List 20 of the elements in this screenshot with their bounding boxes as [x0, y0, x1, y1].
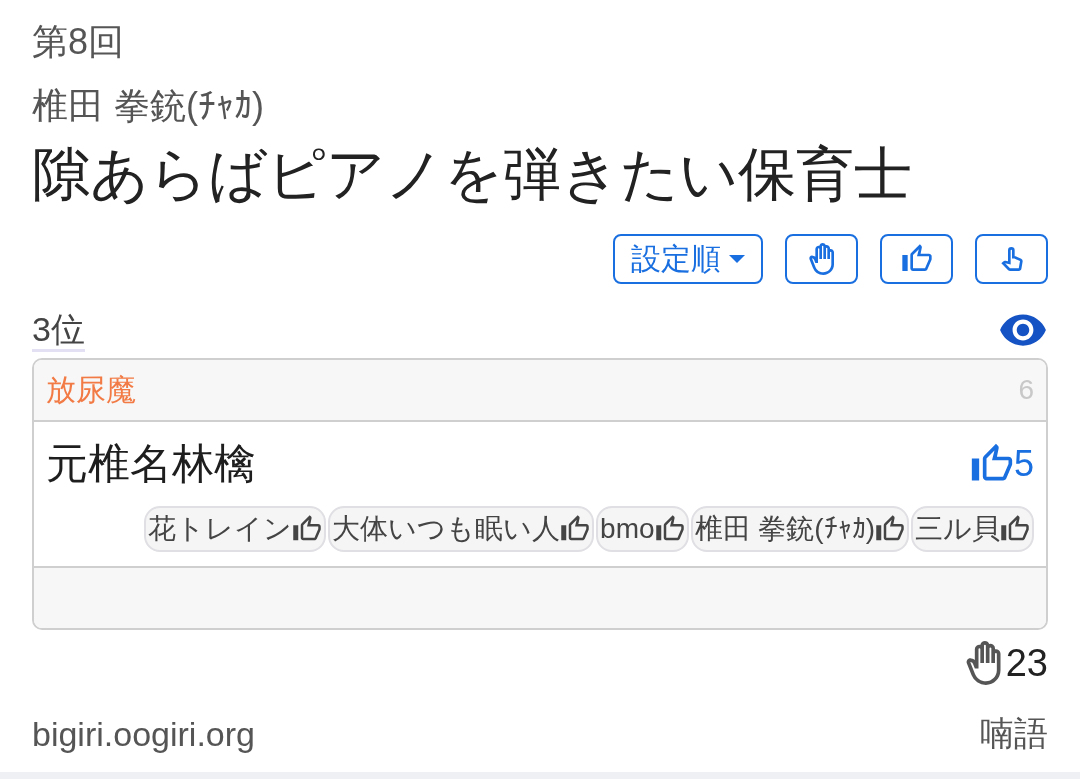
- hand-count: 23: [1005, 641, 1048, 686]
- answer-text: 元椎名林檎: [46, 439, 256, 489]
- hand-button[interactable]: [785, 234, 858, 284]
- voter-name: 三ル貝: [915, 513, 1000, 545]
- page-title: 隙あらばピアノを弾きたい保育士: [32, 140, 912, 208]
- voter-name: 椎田 拳銃(ﾁｬｶ): [694, 513, 875, 545]
- like-count: 5: [1013, 443, 1034, 485]
- thumbs-up-button[interactable]: [880, 234, 953, 284]
- rank-label: 3位: [32, 308, 85, 352]
- answer-author: 放尿魔: [46, 371, 136, 408]
- site-name: bigiri.oogiri.org: [32, 714, 255, 754]
- caret-icon: [729, 255, 745, 263]
- round-label: 第8回: [32, 20, 125, 64]
- voter-name: bmo: [600, 513, 655, 545]
- sort-dropdown[interactable]: 設定順: [613, 234, 763, 284]
- voter-name: 大体いつも眠い人: [332, 513, 561, 545]
- voter-name: 花トレイン: [148, 513, 293, 545]
- pointing-hand-button[interactable]: [975, 234, 1048, 284]
- author-name: 椎田 拳銃(ﾁｬｶ): [32, 84, 264, 128]
- user-name: 喃語: [980, 713, 1048, 754]
